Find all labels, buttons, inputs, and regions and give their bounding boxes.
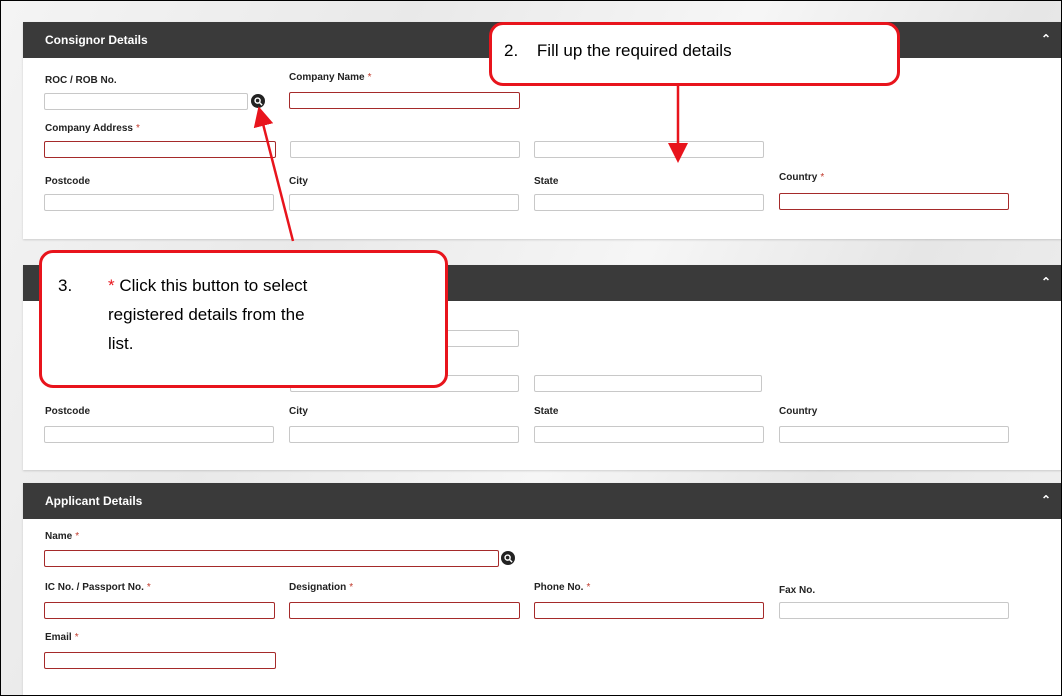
step2-number: 2. (504, 41, 519, 60)
screenshot-frame: Consignor Details ⌃ ROC / ROB No. Compan… (0, 0, 1062, 696)
step3-text-line2: registered details from the (108, 305, 305, 324)
step3-number: 3. (58, 276, 73, 295)
step3-star: * (108, 276, 115, 295)
step2-callout: 2. Fill up the required details (489, 22, 900, 86)
step3-text-line1: Click this button to select (119, 276, 308, 295)
step3-text-line3: list. (108, 334, 134, 353)
step2-text: Fill up the required details (536, 41, 732, 60)
step3-arrow (253, 106, 295, 242)
step3-callout: 3. * Click this button to select register… (39, 250, 448, 388)
